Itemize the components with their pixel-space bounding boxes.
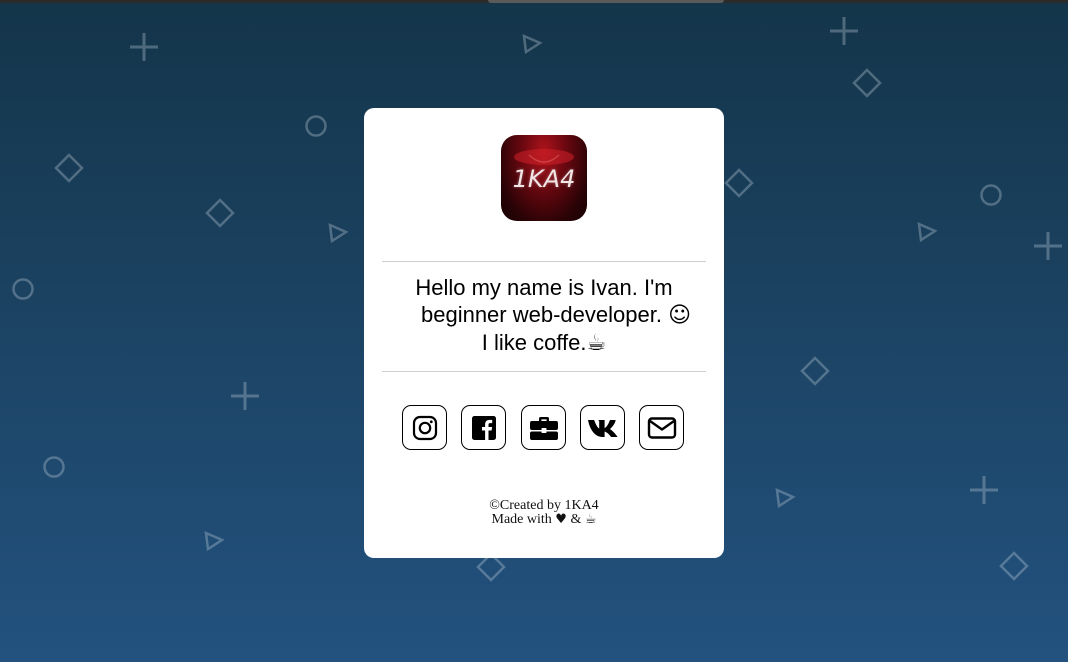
instagram-icon — [412, 415, 437, 440]
facebook-icon — [471, 415, 496, 440]
triangle-shape — [917, 221, 938, 243]
plus-shape — [1034, 232, 1062, 260]
bio-line-2: beginner web-developer. ☺ — [382, 301, 706, 329]
footer: ©Created by 1KA4 Made with ♥ & ☕ — [364, 499, 724, 527]
plus-shape — [830, 17, 858, 45]
circle-shape — [43, 456, 65, 478]
circle-shape — [980, 184, 1002, 206]
coffee-cup-icon: ☕ — [584, 512, 597, 527]
triangle-shape — [775, 487, 796, 509]
circle-shape — [12, 278, 34, 300]
briefcase-icon — [529, 416, 558, 440]
made-with-text: Made with — [491, 512, 552, 527]
circle-shape — [305, 115, 327, 137]
browser-top-bar — [0, 0, 1068, 3]
bio-line-1: Hello my name is Ivan. I'm — [415, 275, 673, 300]
plus-shape — [130, 33, 158, 61]
diamond-shape — [724, 168, 754, 198]
diamond-shape — [800, 356, 830, 386]
vk-icon — [587, 419, 618, 437]
social-links — [402, 405, 688, 453]
vk-link[interactable] — [580, 405, 625, 450]
coffee-mug-icon: ☕ — [586, 331, 607, 356]
triangle-shape — [204, 530, 225, 552]
bio-line-3-text: I like coffe. — [481, 330, 587, 355]
bio-line-2-text: beginner web-developer. — [420, 302, 662, 327]
email-link[interactable] — [639, 405, 684, 450]
divider-bottom — [382, 371, 706, 372]
portfolio-link[interactable] — [521, 405, 566, 450]
bio-line-3: I like coffe.☕ — [382, 329, 706, 357]
triangle-shape — [328, 222, 349, 244]
diamond-shape — [205, 198, 235, 228]
diamond-shape — [999, 551, 1029, 581]
diamond-shape — [852, 68, 882, 98]
ampersand-text: & — [570, 512, 582, 527]
avatar-logo: 1KA4 — [501, 135, 587, 221]
divider-top — [382, 261, 706, 262]
smile-icon: ☺ — [668, 303, 691, 328]
facebook-link[interactable] — [461, 405, 506, 450]
bio-text: Hello my name is Ivan. I'm beginner web-… — [382, 274, 706, 357]
diamond-shape — [54, 153, 84, 183]
top-bar-notch — [488, 0, 724, 3]
heart-icon: ♥ — [555, 512, 567, 527]
triangle-shape — [522, 33, 543, 55]
plus-shape — [231, 382, 259, 410]
copyright-text: ©Created by 1KA4 — [489, 498, 599, 513]
plus-shape — [970, 476, 998, 504]
made-with-line: Made with ♥ & ☕ — [364, 513, 724, 527]
instagram-link[interactable] — [402, 405, 447, 450]
envelope-icon — [647, 416, 676, 439]
profile-card: 1KA4 Hello my name is Ivan. I'm beginner… — [364, 108, 724, 558]
logo-text: 1KA4 — [512, 165, 576, 193]
